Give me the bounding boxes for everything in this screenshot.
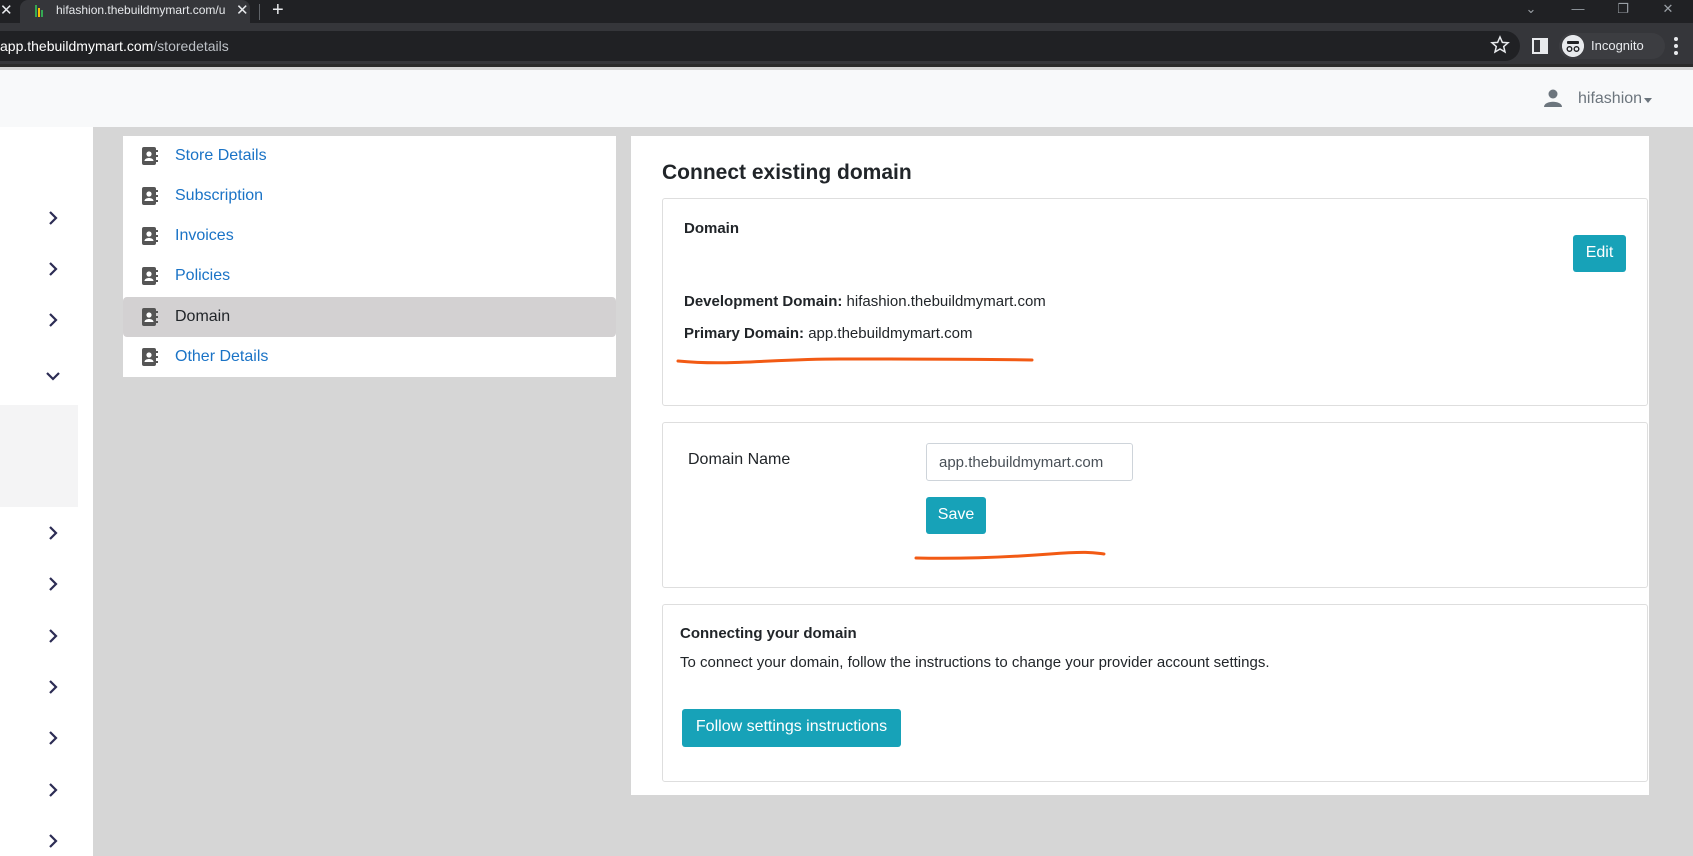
- chevron-right-icon[interactable]: [44, 575, 62, 593]
- url-host: app.thebuildmymart.com: [0, 38, 154, 54]
- contact-book-icon: [142, 227, 158, 245]
- settings-menu-label: Domain: [175, 308, 231, 325]
- chevron-right-icon[interactable]: [44, 209, 62, 227]
- browser-tab[interactable]: hifashion.thebuildmymart.com/u ✕: [20, 0, 250, 23]
- settings-menu-item-policies[interactable]: Policies: [123, 256, 616, 296]
- user-menu-toggle[interactable]: hifashion: [1578, 90, 1642, 108]
- user-icon: [1544, 89, 1562, 107]
- close-icon[interactable]: ✕: [0, 2, 13, 20]
- url-path: /storedetails: [153, 38, 229, 54]
- domain-name-label: Domain Name: [688, 451, 791, 468]
- main-sidebar: [0, 127, 93, 856]
- caret-down-icon: [1644, 98, 1652, 103]
- chevron-right-icon[interactable]: [44, 678, 62, 696]
- development-domain-label: Development Domain:: [684, 293, 843, 310]
- connect-domain-heading: Connecting your domain: [680, 625, 857, 642]
- address-bar[interactable]: app.thebuildmymart.com/storedetails: [0, 31, 1520, 61]
- settings-menu-label: Invoices: [175, 227, 234, 244]
- settings-menu-item-domain[interactable]: Domain: [123, 297, 616, 337]
- follow-settings-instructions-button[interactable]: Follow settings instructions: [682, 709, 901, 747]
- domain-name-input[interactable]: app.thebuildmymart.com: [926, 443, 1133, 481]
- minimize-icon[interactable]: —: [1563, 0, 1593, 20]
- url-text: app.thebuildmymart.com/storedetails: [0, 38, 229, 54]
- incognito-icon: [1562, 35, 1584, 57]
- side-panel-icon[interactable]: [1530, 36, 1550, 56]
- settings-menu-label: Subscription: [175, 187, 264, 204]
- edit-button[interactable]: Edit: [1573, 235, 1626, 272]
- favicon-icon: [35, 5, 43, 17]
- tab-title: hifashion.thebuildmymart.com/u: [56, 3, 226, 17]
- primary-domain-label: Primary Domain:: [684, 325, 805, 342]
- chevron-right-icon[interactable]: [44, 781, 62, 799]
- contact-book-icon: [142, 308, 158, 326]
- primary-domain-value: app.thebuildmymart.com: [808, 325, 973, 342]
- tab-search-icon[interactable]: ⌄: [1516, 0, 1546, 20]
- restore-icon[interactable]: ❐: [1608, 0, 1638, 20]
- contact-book-icon: [142, 187, 158, 205]
- chevron-right-icon[interactable]: [44, 260, 62, 278]
- chevron-right-icon[interactable]: [44, 729, 62, 747]
- settings-menu-label: Other Details: [175, 348, 269, 365]
- app-header: hifashion: [0, 70, 1693, 127]
- contact-book-icon: [142, 267, 158, 285]
- page-title: Connect existing domain: [662, 161, 912, 184]
- connect-domain-card: Connecting your domain To connect your d…: [662, 604, 1648, 782]
- domain-card-heading: Domain: [684, 220, 740, 237]
- chevron-right-icon[interactable]: [44, 832, 62, 850]
- chevron-right-icon[interactable]: [44, 524, 62, 542]
- connect-domain-description: To connect your domain, follow the instr…: [680, 654, 1270, 671]
- settings-menu-item-invoices[interactable]: Invoices: [123, 216, 616, 256]
- tab-divider: [259, 4, 260, 20]
- contact-book-icon: [142, 147, 158, 165]
- incognito-badge[interactable]: Incognito: [1559, 33, 1665, 59]
- development-domain-value: hifashion.thebuildmymart.com: [846, 293, 1046, 310]
- incognito-label: Incognito: [1591, 38, 1644, 53]
- settings-menu: Store Details Subscription Invoices Poli…: [123, 136, 616, 377]
- window-close-icon[interactable]: ✕: [1653, 0, 1683, 20]
- bookmark-star-icon[interactable]: [1490, 35, 1510, 55]
- settings-menu-label: Store Details: [175, 147, 267, 164]
- new-tab-icon[interactable]: +: [272, 0, 284, 22]
- settings-menu-item-other-details[interactable]: Other Details: [123, 337, 616, 377]
- domain-info-card: Domain Edit Development Domain: hifashio…: [662, 198, 1648, 406]
- settings-menu-item-store-details[interactable]: Store Details: [123, 136, 616, 176]
- more-menu-icon[interactable]: [1666, 35, 1686, 57]
- development-domain-row: Development Domain: hifashion.thebuildmy…: [684, 293, 1046, 310]
- main-content: Connect existing domain Domain Edit Deve…: [631, 136, 1649, 795]
- chevron-right-icon[interactable]: [44, 627, 62, 645]
- domain-form-card: Domain Name app.thebuildmymart.com Save: [662, 422, 1648, 588]
- contact-book-icon: [142, 348, 158, 366]
- sidebar-active-section: [0, 405, 78, 507]
- primary-domain-row: Primary Domain: app.thebuildmymart.com: [684, 325, 972, 342]
- chevron-down-icon[interactable]: [44, 367, 62, 385]
- settings-menu-item-subscription[interactable]: Subscription: [123, 176, 616, 216]
- settings-menu-label: Policies: [175, 267, 231, 284]
- save-button[interactable]: Save: [926, 497, 986, 534]
- chevron-right-icon[interactable]: [44, 311, 62, 329]
- browser-tab-bar: ✕ hifashion.thebuildmymart.com/u ✕ + ⌄ —…: [0, 0, 1693, 23]
- tab-close-icon[interactable]: ✕: [236, 1, 249, 19]
- browser-toolbar: app.thebuildmymart.com/storedetails Inco…: [0, 23, 1693, 67]
